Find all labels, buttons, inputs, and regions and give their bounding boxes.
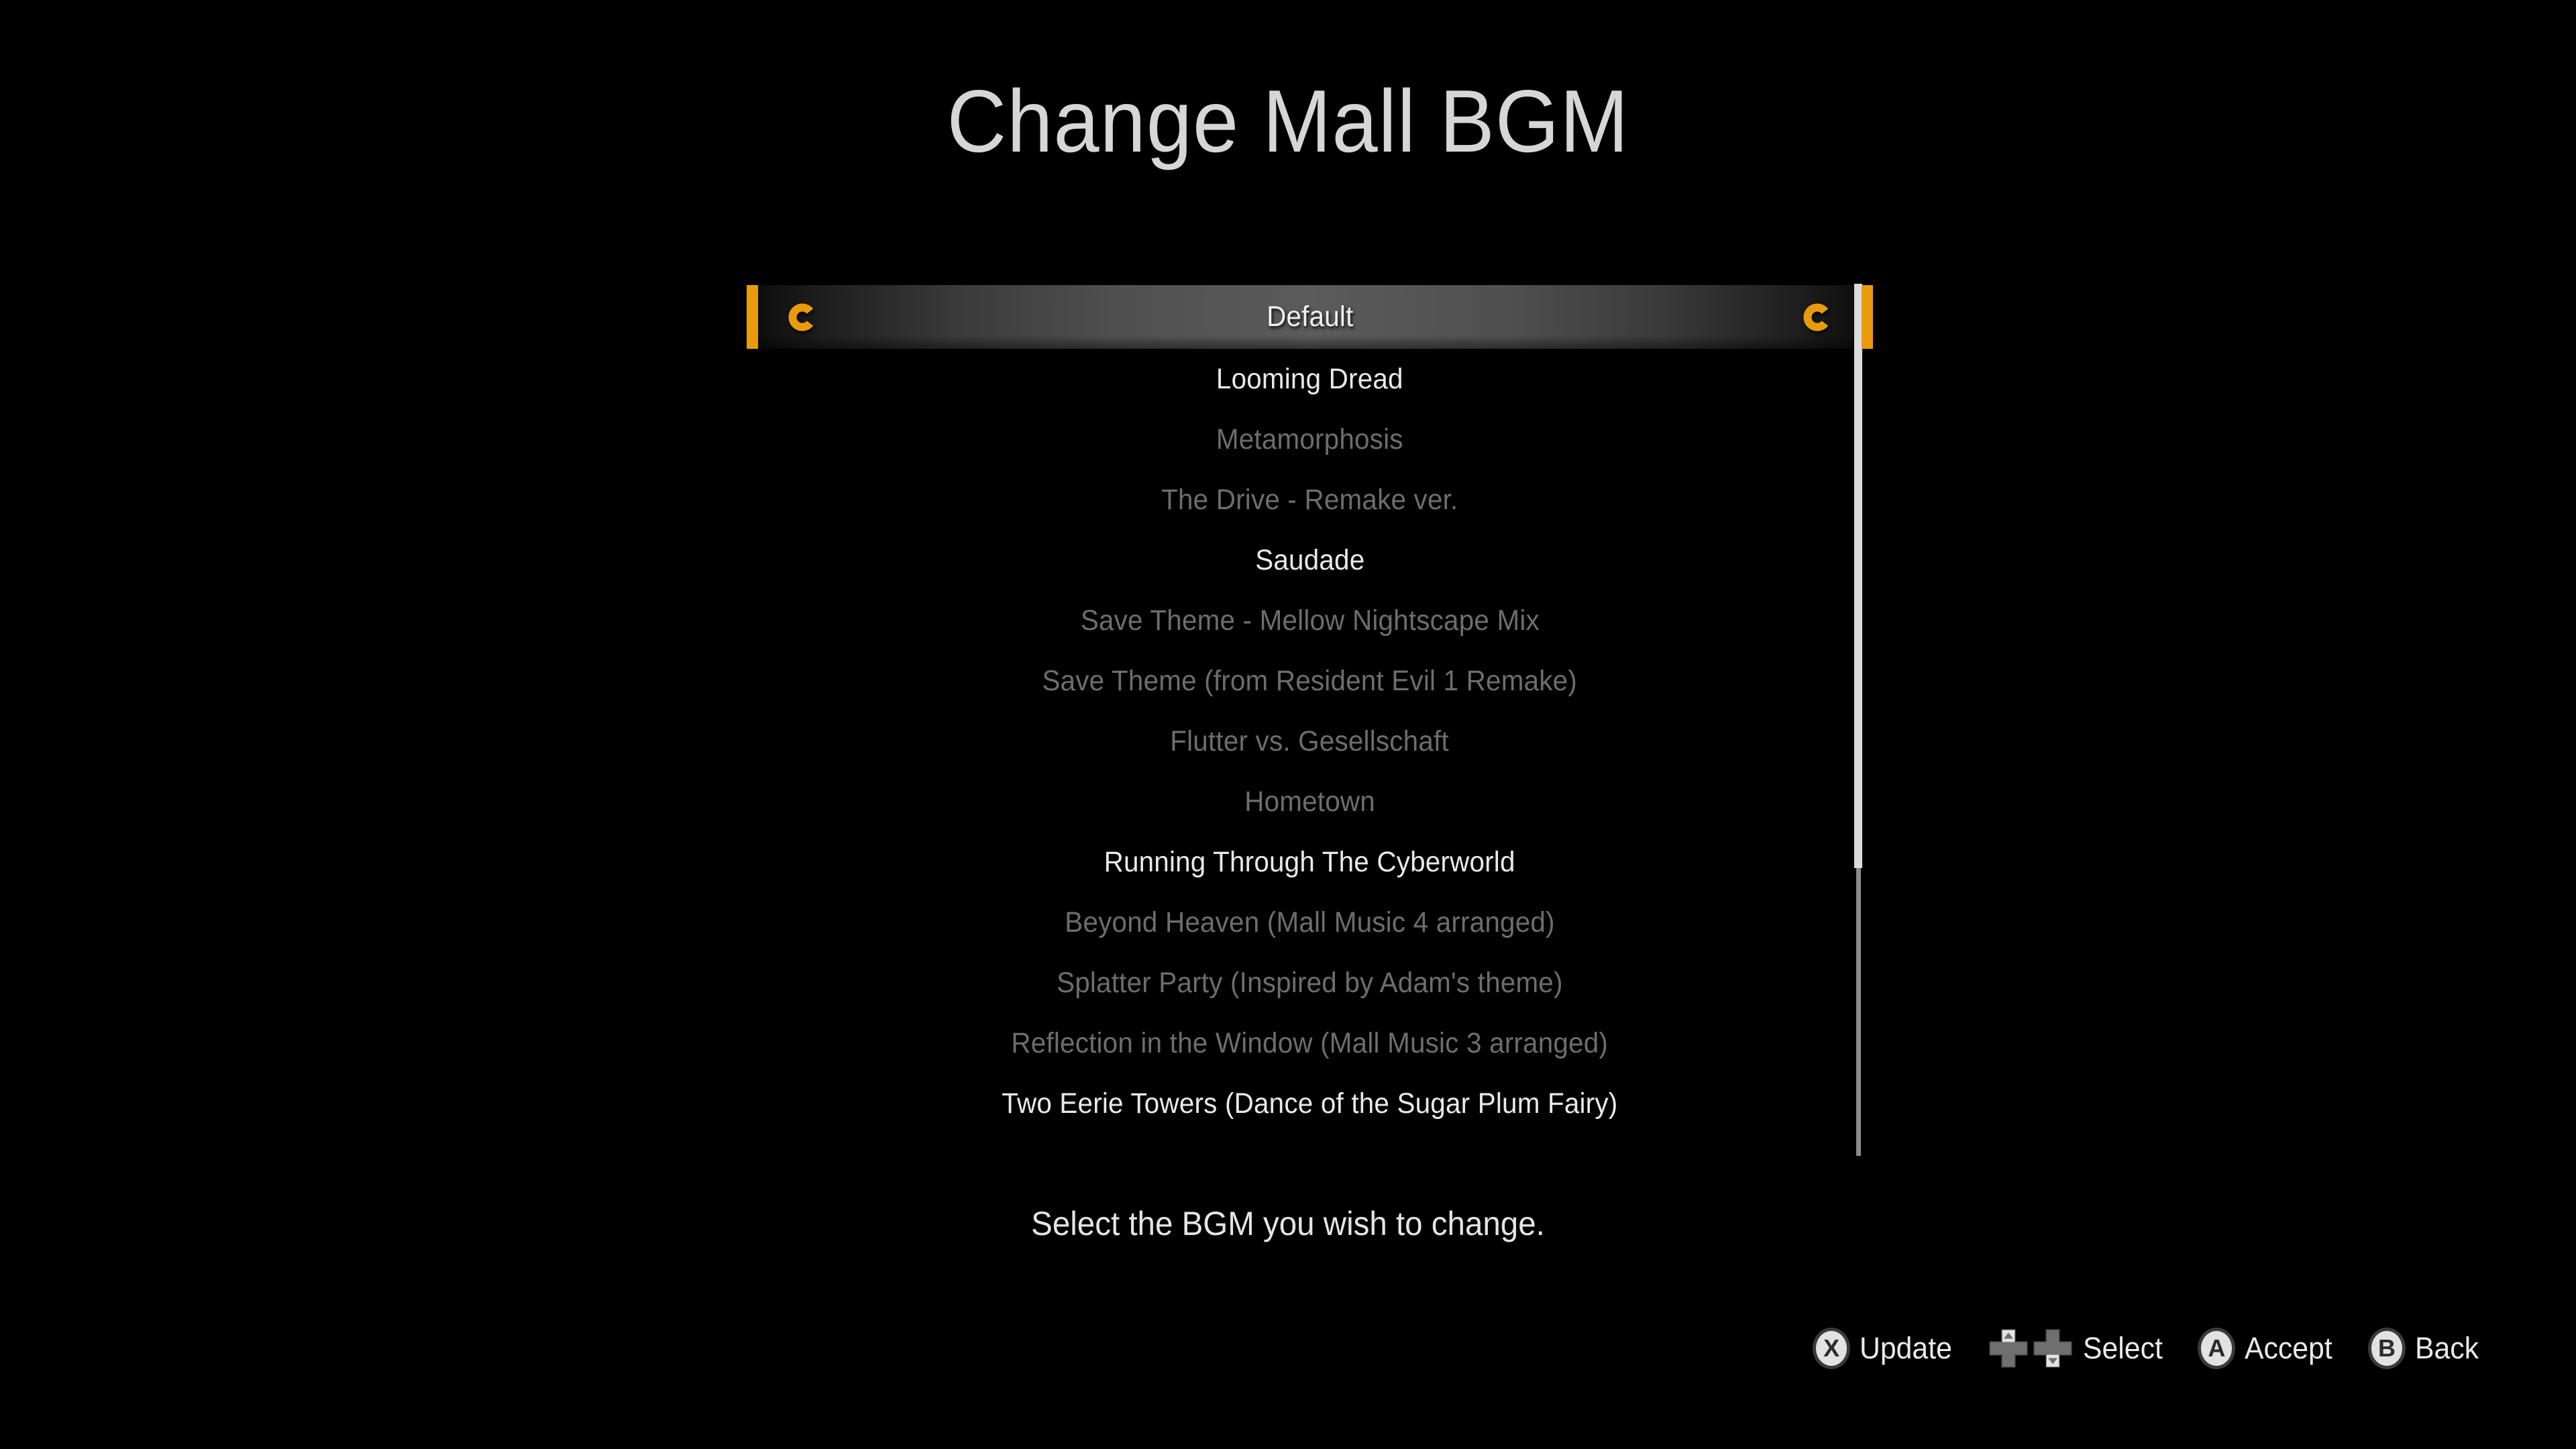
button-prompt[interactable]: B Back xyxy=(2367,1328,2482,1369)
bgm-list-item-label: Reflection in the Window (Mall Music 3 a… xyxy=(1011,1026,1609,1059)
selection-edge-bar-right xyxy=(1862,285,1873,349)
bgm-list-item-selected[interactable]: Default xyxy=(747,285,1873,349)
bgm-list-item-label: The Drive - Remake ver. xyxy=(1161,483,1458,516)
c-cursor-icon xyxy=(1801,301,1833,333)
bgm-list-item[interactable]: Beyond Heaven (Mall Music 4 arranged) xyxy=(758,892,1862,953)
scrollbar-thumb[interactable] xyxy=(1854,284,1862,868)
button-prompt-bar: X Update Select A Accept B Back xyxy=(1813,1318,2482,1379)
bgm-list-item-label: Looming Dread xyxy=(1216,362,1403,395)
instruction-text: Select the BGM you wish to change. xyxy=(1031,1205,1545,1242)
button-prompt-label: Accept xyxy=(2245,1331,2333,1365)
dpad-updown-icon xyxy=(1988,1328,2074,1369)
bgm-list-item-label: Two Eerie Towers (Dance of the Sugar Plu… xyxy=(1002,1087,1618,1120)
c-cursor-icon xyxy=(786,301,818,333)
bgm-list-item-label: Splatter Party (Inspired by Adam's theme… xyxy=(1057,966,1563,999)
bgm-list-item[interactable]: Flutter vs. Gesellschaft xyxy=(758,711,1862,771)
page-title: Change Mall BGM xyxy=(947,72,1629,170)
bgm-list-item-label: Default xyxy=(1266,301,1354,333)
bgm-list-item-label: Save Theme - Mellow Nightscape Mix xyxy=(1080,604,1540,637)
button-prompt-label: Update xyxy=(1860,1331,1953,1365)
bgm-list-item-label: Hometown xyxy=(1244,785,1375,818)
dpad-up-icon xyxy=(1988,1328,2029,1369)
bgm-list[interactable]: Default Looming Dread Metamorphosis The Dri… xyxy=(747,285,1873,1157)
bgm-list-item-label: Running Through The Cyberworld xyxy=(1104,845,1516,878)
scrollbar[interactable] xyxy=(1854,284,1862,1156)
bgm-list-item-label: Metamorphosis xyxy=(1216,423,1403,455)
bgm-list-item-label: Save Theme (from Resident Evil 1 Remake) xyxy=(1042,664,1578,697)
button-prompt[interactable]: A Accept xyxy=(2198,1328,2337,1369)
x-button-icon: X xyxy=(1813,1328,1851,1369)
bgm-list-item[interactable]: Splatter Party (Inspired by Adam's theme… xyxy=(758,953,1862,1013)
bgm-list-item-label: Beyond Heaven (Mall Music 4 arranged) xyxy=(1065,906,1555,938)
button-prompt[interactable]: X Update xyxy=(1813,1328,1957,1369)
button-prompt[interactable]: Select xyxy=(1988,1328,2167,1369)
game-menu-screen: Change Mall BGM Default Looming Dread Meta… xyxy=(0,0,2576,1449)
bgm-list-item-label: Flutter vs. Gesellschaft xyxy=(1170,724,1450,757)
bgm-list-item[interactable]: Save Theme - Mellow Nightscape Mix xyxy=(758,590,1862,651)
button-prompt-label: Back xyxy=(2414,1331,2479,1365)
bgm-list-item[interactable]: Two Eerie Towers (Dance of the Sugar Plu… xyxy=(758,1073,1862,1134)
bgm-list-item[interactable]: Metamorphosis xyxy=(758,409,1862,470)
bgm-list-item[interactable]: The Drive - Remake ver. xyxy=(758,470,1862,530)
bgm-list-item[interactable]: Running Through The Cyberworld xyxy=(758,832,1862,892)
bgm-list-item-label: Saudade xyxy=(1254,543,1365,576)
bgm-list-item[interactable]: Saudade xyxy=(758,530,1862,590)
b-button-icon: B xyxy=(2367,1328,2406,1369)
dpad-down-icon xyxy=(2032,1328,2074,1369)
bgm-list-item[interactable]: Hometown xyxy=(758,771,1862,832)
button-prompt-label: Select xyxy=(2083,1331,2163,1365)
bgm-list-item[interactable]: Looming Dread xyxy=(758,349,1862,409)
bgm-list-item[interactable]: Reflection in the Window (Mall Music 3 a… xyxy=(758,1013,1862,1073)
a-button-icon: A xyxy=(2198,1328,2236,1369)
bgm-list-item[interactable]: Save Theme (from Resident Evil 1 Remake) xyxy=(758,651,1862,711)
selection-edge-bar-left xyxy=(747,285,758,349)
